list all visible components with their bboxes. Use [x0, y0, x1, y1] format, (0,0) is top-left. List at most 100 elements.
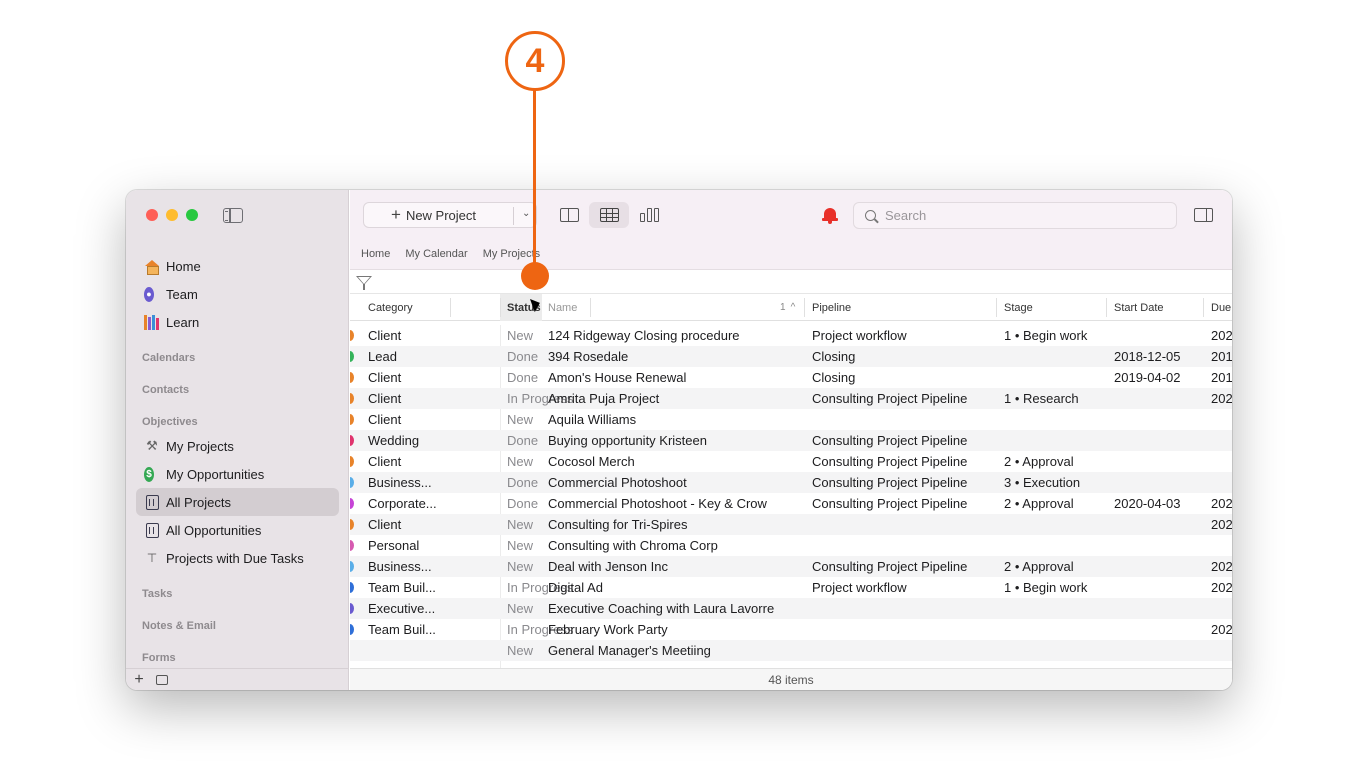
- chevron-down-icon[interactable]: ⌄: [522, 208, 530, 219]
- table-view-button[interactable]: [589, 202, 629, 228]
- cell-status: New: [507, 454, 534, 469]
- sidebar-item-my-projects[interactable]: ⚒ My Projects: [136, 432, 339, 460]
- cell-due: 202: [1211, 391, 1232, 406]
- breadcrumb-item[interactable]: My Projects: [483, 248, 540, 260]
- section-notes-email[interactable]: Notes & Email: [142, 620, 216, 632]
- cell-due: [1211, 640, 1232, 661]
- column-separator: [450, 298, 451, 317]
- cell-category: [368, 640, 496, 661]
- board-view-button[interactable]: [629, 202, 669, 228]
- column-header-name[interactable]: Name: [540, 294, 590, 321]
- table-row[interactable]: Client New Cocosol Merch Consulting Project…: [350, 451, 1232, 472]
- cell-due: 201: [1211, 349, 1232, 364]
- category-color-dot: [350, 414, 354, 425]
- category-color-dot: [350, 456, 354, 467]
- calendar-icon[interactable]: [156, 674, 168, 685]
- section-forms[interactable]: Forms: [142, 652, 176, 664]
- new-project-button[interactable]: + New Project ⌄: [363, 202, 537, 228]
- table-row[interactable]: Client New 124 Ridgeway Closing procedure P…: [350, 325, 1232, 346]
- filter-icon[interactable]: [356, 276, 372, 290]
- cell-name: General Manager's Meetiing: [548, 643, 711, 658]
- table-row[interactable]: Team Buil... In Progress February Work Par…: [350, 619, 1232, 640]
- cell-status: In Progress: [507, 622, 574, 637]
- table-row[interactable]: Client In Progress Amrita Puja Project Cons…: [350, 388, 1232, 409]
- new-project-label: New Project: [405, 207, 477, 223]
- table-row[interactable]: New General Manager's Meetiing: [350, 640, 1232, 661]
- category-color-dot: [350, 519, 354, 530]
- table-row[interactable]: Executive... New Executive Coaching with L…: [350, 598, 1232, 619]
- add-icon[interactable]: +: [130, 671, 148, 689]
- cell-pipeline: Consulting Project Pipeline: [812, 559, 968, 574]
- section-contacts[interactable]: Contacts: [142, 384, 189, 396]
- category-color-dot: [350, 477, 354, 488]
- cell-status: In Progress: [507, 391, 574, 406]
- cell-start: 2018-12-05: [1114, 349, 1181, 364]
- cell-status: Done: [507, 433, 539, 448]
- breadcrumb-item[interactable]: Home: [361, 248, 390, 260]
- cell-category: Corporate...: [368, 496, 437, 511]
- table-row[interactable]: Lead Done 394 Rosedale Closing 2018-12-05 201: [350, 346, 1232, 367]
- sidebar-item-learn[interactable]: Learn: [136, 308, 339, 336]
- breadcrumb: Home My Calendar My Projects: [361, 248, 540, 260]
- table-row[interactable]: Business... Done Commercial Photoshoot Cons…: [350, 472, 1232, 493]
- cell-stage: [1004, 598, 1109, 619]
- sidebar-item-label: My Projects: [166, 438, 234, 454]
- section-objectives[interactable]: Objectives: [142, 416, 198, 428]
- notification-bell-icon[interactable]: [822, 207, 838, 224]
- cell-name: Consulting for Tri-Spires: [548, 517, 688, 532]
- cell-stage: 2 • Approval: [1004, 454, 1074, 469]
- table-row[interactable]: Client New Aquila Williams: [350, 409, 1232, 430]
- search-field[interactable]: [853, 202, 1177, 229]
- section-calendars[interactable]: Calendars: [142, 352, 195, 364]
- cell-due: 201: [1211, 370, 1232, 385]
- sidebar-item-all-opportunities[interactable]: All Opportunities: [136, 516, 339, 544]
- sidebar-item-my-opportunities[interactable]: $ My Opportunities: [136, 460, 339, 488]
- sort-indicator[interactable]: 1 ^: [780, 294, 795, 321]
- cell-name: February Work Party: [548, 622, 668, 637]
- cell-status: Done: [507, 349, 539, 364]
- sidebar-item-team[interactable]: ● Team: [136, 280, 339, 308]
- team-icon: ●: [144, 286, 160, 302]
- section-tasks[interactable]: Tasks: [142, 588, 172, 600]
- toolbar: + New Project ⌄ H: [350, 190, 1232, 270]
- table-row[interactable]: Team Buil... In Progress Digital Ad Project…: [350, 577, 1232, 598]
- sidebar-toggle-icon[interactable]: [223, 208, 243, 223]
- sidebar-item-projects-due-tasks[interactable]: ⊤ Projects with Due Tasks: [136, 544, 339, 572]
- sidebar-item-label: All Projects: [166, 494, 232, 510]
- zoom-window-button[interactable]: [186, 209, 198, 221]
- cell-status: New: [507, 601, 534, 616]
- cell-start: [1114, 409, 1204, 430]
- column-header-category[interactable]: Category: [360, 294, 450, 321]
- cell-name: Amon's House Renewal: [548, 370, 687, 385]
- table-row[interactable]: Business... New Deal with Jenson Inc Consul…: [350, 556, 1232, 577]
- split-view-button[interactable]: [549, 202, 589, 228]
- breadcrumb-item[interactable]: My Calendar: [405, 248, 467, 260]
- table-row[interactable]: Personal New Consulting with Chroma Corp: [350, 535, 1232, 556]
- sort-ascending-icon: ^: [790, 302, 796, 313]
- sidebar-item-label: My Opportunities: [166, 466, 265, 482]
- column-header-pipeline[interactable]: Pipeline: [804, 294, 994, 321]
- sidebar-item-home[interactable]: Home: [136, 252, 339, 280]
- sidebar-item-all-projects[interactable]: All Projects: [136, 488, 339, 516]
- search-input[interactable]: [885, 208, 1165, 223]
- table-row[interactable]: Corporate... Done Commercial Photoshoot - …: [350, 493, 1232, 514]
- table-row[interactable]: Wedding Done Buying opportunity Kristeen Co…: [350, 430, 1232, 451]
- sidebar-item-label: Team: [166, 286, 198, 302]
- table-row[interactable]: Client New Consulting for Tri-Spires 202: [350, 514, 1232, 535]
- category-color-dot: [350, 603, 354, 614]
- column-header-start-date[interactable]: Start Date: [1106, 294, 1202, 321]
- sidebar-item-label: All Opportunities: [166, 522, 262, 538]
- table-row[interactable]: Client Done Amon's House Renewal Closing 201…: [350, 367, 1232, 388]
- column-header-stage[interactable]: Stage: [996, 294, 1106, 321]
- hammer-icon: ⚒: [146, 438, 158, 453]
- minimize-window-button[interactable]: [166, 209, 178, 221]
- cell-pipeline: Consulting Project Pipeline: [812, 433, 968, 448]
- app-window: Home ● Team Learn Calendars Contacts Obj…: [126, 190, 1232, 690]
- column-separator: [590, 298, 591, 317]
- sidebar-footer: +: [126, 668, 349, 690]
- close-window-button[interactable]: [146, 209, 158, 221]
- inspector-toggle-icon[interactable]: [1194, 208, 1213, 222]
- column-header-due[interactable]: Due: [1203, 294, 1232, 321]
- cell-due: 202: [1211, 496, 1232, 511]
- cell-name: 124 Ridgeway Closing procedure: [548, 328, 740, 343]
